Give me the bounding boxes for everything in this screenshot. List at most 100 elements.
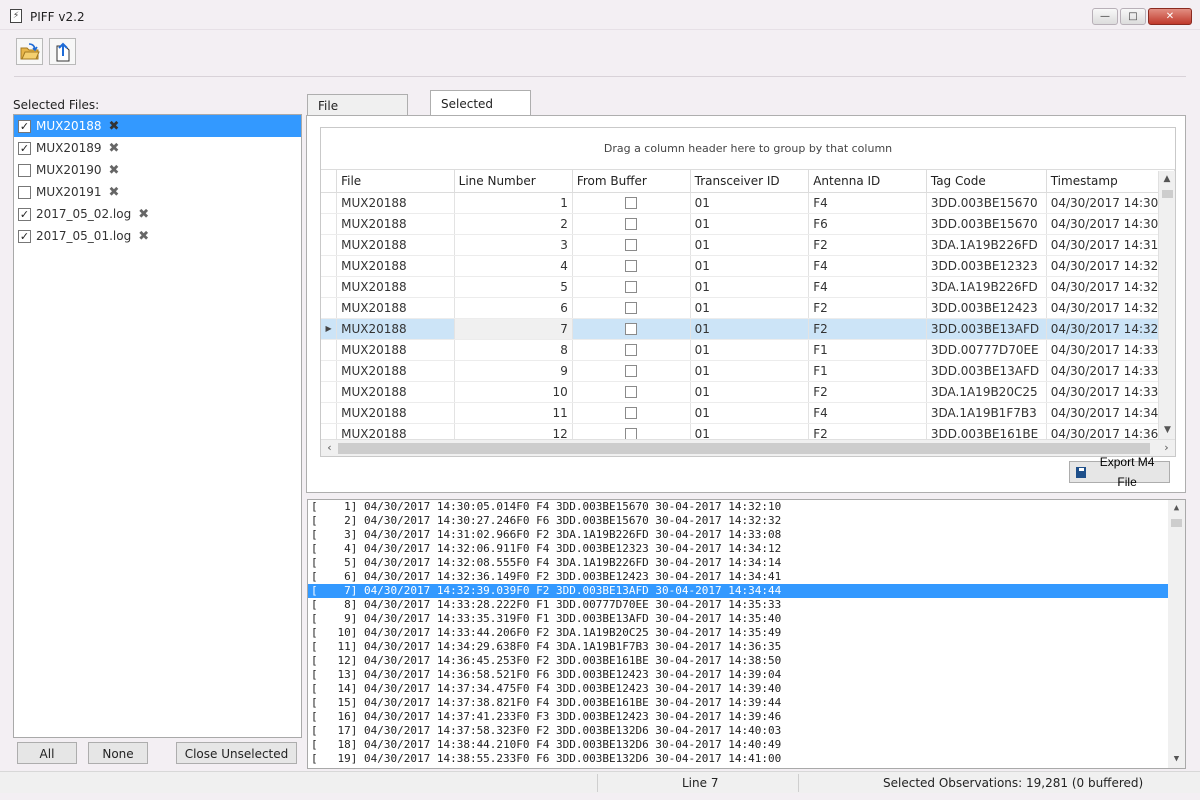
cell-file[interactable]: MUX20188 <box>336 297 455 319</box>
cell-transceiver-id[interactable]: 01 <box>690 255 810 277</box>
row-selector[interactable] <box>321 297 338 319</box>
table-row[interactable]: MUX20188 11 01 F4 3DA.1A19B1F7B3 04/30/2017 1… <box>321 402 1175 424</box>
log-line[interactable]: [ 3] 04/30/2017 14:31:02.966F0 F2 3DA.1A… <box>308 528 1168 542</box>
log-vertical-scrollbar[interactable]: ▲ ▼ <box>1168 500 1185 768</box>
log-line[interactable]: [ 15] 04/30/2017 14:37:38.821F0 F4 3DD.0… <box>308 696 1168 710</box>
cell-line-number[interactable]: 5 <box>454 276 573 298</box>
cell-tag-code[interactable]: 3DA.1A19B20C25 <box>926 381 1047 403</box>
column-header-antenna-id[interactable]: Antenna ID <box>808 170 927 193</box>
log-line[interactable]: [ 1] 04/30/2017 14:30:05.014F0 F4 3DD.00… <box>308 500 1168 514</box>
column-header-from-buffer[interactable]: From Buffer <box>572 170 691 193</box>
cell-tag-code[interactable]: 3DD.003BE13AFD <box>926 360 1047 382</box>
log-line[interactable]: [ 2] 04/30/2017 14:30:27.246F0 F6 3DD.00… <box>308 514 1168 528</box>
file-item[interactable]: ✓ 2017_05_02.log ✖ <box>14 203 301 225</box>
cell-file[interactable]: MUX20188 <box>336 360 455 382</box>
column-header-timestamp[interactable]: Timestamp <box>1046 170 1175 193</box>
cell-antenna-id[interactable]: F4 <box>808 192 927 214</box>
cell-timestamp[interactable]: 04/30/2017 14:33:2 <box>1046 339 1175 361</box>
cell-timestamp[interactable]: 04/30/2017 14:32:3 <box>1046 318 1175 340</box>
scroll-up-arrow[interactable]: ▲ <box>1159 171 1175 188</box>
cell-tag-code[interactable]: 3DD.003BE12323 <box>926 255 1047 277</box>
export-m4-file-button[interactable]: Export M4 File <box>1069 455 1170 489</box>
minimize-button[interactable]: — <box>1092 8 1118 25</box>
cell-line-number[interactable]: 1 <box>454 192 573 214</box>
remove-file-icon[interactable]: ✖ <box>109 186 120 199</box>
export-file-button[interactable] <box>49 38 76 65</box>
from-buffer-checkbox[interactable] <box>625 281 638 293</box>
cell-antenna-id[interactable]: F1 <box>808 339 927 361</box>
file-item[interactable]: MUX20190 ✖ <box>14 159 301 181</box>
observations-grid[interactable]: Drag a column header here to group by th… <box>320 127 1176 457</box>
cell-transceiver-id[interactable]: 01 <box>690 234 810 256</box>
log-line[interactable]: [ 12] 04/30/2017 14:36:45.253F0 F2 3DD.0… <box>308 654 1168 668</box>
cell-antenna-id[interactable]: F4 <box>808 276 927 298</box>
file-checkbox[interactable]: ✓ <box>18 229 31 243</box>
remove-file-icon[interactable]: ✖ <box>109 164 120 177</box>
cell-line-number[interactable]: 9 <box>454 360 573 382</box>
log-line[interactable]: [ 13] 04/30/2017 14:36:58.521F0 F6 3DD.0… <box>308 668 1168 682</box>
file-item[interactable]: ✓ 2017_05_01.log ✖ <box>14 225 301 247</box>
table-row[interactable]: MUX20188 6 01 F2 3DD.003BE12423 04/30/2017 14… <box>321 297 1175 319</box>
open-files-button[interactable] <box>16 38 43 65</box>
log-line[interactable]: [ 4] 04/30/2017 14:32:06.911F0 F4 3DD.00… <box>308 542 1168 556</box>
cell-file[interactable]: MUX20188 <box>336 339 455 361</box>
cell-line-number[interactable]: 4 <box>454 255 573 277</box>
cell-tag-code[interactable]: 3DD.00777D70EE <box>926 339 1047 361</box>
cell-from-buffer[interactable] <box>572 213 691 235</box>
cell-file[interactable]: MUX20188 <box>336 402 455 424</box>
table-row[interactable]: MUX20188 5 01 F4 3DA.1A19B226FD 04/30/2017 14… <box>321 276 1175 298</box>
cell-antenna-id[interactable]: F4 <box>808 402 927 424</box>
cell-file[interactable]: MUX20188 <box>336 318 455 340</box>
file-checkbox[interactable]: ✓ <box>18 141 31 155</box>
column-header-tag-code[interactable]: Tag Code <box>926 170 1047 193</box>
close-window-button[interactable]: ✕ <box>1148 8 1192 25</box>
cell-timestamp[interactable]: 04/30/2017 14:33:3 <box>1046 360 1175 382</box>
row-selector[interactable] <box>321 192 338 214</box>
cell-antenna-id[interactable]: F2 <box>808 381 927 403</box>
cell-transceiver-id[interactable]: 01 <box>690 297 810 319</box>
cell-transceiver-id[interactable]: 01 <box>690 381 810 403</box>
from-buffer-checkbox[interactable] <box>625 344 638 356</box>
from-buffer-checkbox[interactable] <box>625 197 638 209</box>
row-selector[interactable] <box>321 276 338 298</box>
cell-from-buffer[interactable] <box>572 192 691 214</box>
cell-tag-code[interactable]: 3DD.003BE12423 <box>926 297 1047 319</box>
log-line[interactable]: [ 9] 04/30/2017 14:33:35.319F0 F1 3DD.00… <box>308 612 1168 626</box>
column-header-line-number[interactable]: Line Number <box>454 170 573 193</box>
file-checkbox[interactable]: ✓ <box>18 207 31 221</box>
log-line[interactable]: [ 10] 04/30/2017 14:33:44.206F0 F2 3DA.1… <box>308 626 1168 640</box>
cell-tag-code[interactable]: 3DA.1A19B226FD <box>926 234 1047 256</box>
cell-timestamp[interactable]: 04/30/2017 14:33:4 <box>1046 381 1175 403</box>
cell-line-number[interactable]: 10 <box>454 381 573 403</box>
table-row[interactable]: MUX20188 9 01 F1 3DD.003BE13AFD 04/30/2017 14… <box>321 360 1175 382</box>
scroll-left-arrow[interactable]: ‹ <box>321 440 338 456</box>
log-line[interactable]: [ 16] 04/30/2017 14:37:41.233F0 F3 3DD.0… <box>308 710 1168 724</box>
cell-line-number[interactable]: 2 <box>454 213 573 235</box>
cell-timestamp[interactable]: 04/30/2017 14:32:0 <box>1046 276 1175 298</box>
scroll-up-arrow[interactable]: ▲ <box>1168 500 1185 517</box>
row-selector[interactable] <box>321 339 338 361</box>
cell-tag-code[interactable]: 3DA.1A19B226FD <box>926 276 1047 298</box>
cell-from-buffer[interactable] <box>572 276 691 298</box>
from-buffer-checkbox[interactable] <box>625 386 638 398</box>
tab-selected-observations[interactable]: Selected Observations <box>430 90 532 137</box>
cell-timestamp[interactable]: 04/30/2017 14:34:2 <box>1046 402 1175 424</box>
cell-timestamp[interactable]: 04/30/2017 14:30:0 <box>1046 192 1175 214</box>
row-selector[interactable] <box>321 402 338 424</box>
log-line[interactable]: [ 11] 04/30/2017 14:34:29.638F0 F4 3DA.1… <box>308 640 1168 654</box>
cell-from-buffer[interactable] <box>572 402 691 424</box>
cell-from-buffer[interactable] <box>572 318 691 340</box>
cell-transceiver-id[interactable]: 01 <box>690 213 810 235</box>
tab-file-observations[interactable]: File Observations <box>307 94 409 135</box>
log-line[interactable]: [ 5] 04/30/2017 14:32:08.555F0 F4 3DA.1A… <box>308 556 1168 570</box>
observation-log[interactable]: [ 1] 04/30/2017 14:30:05.014F0 F4 3DD.00… <box>307 499 1186 769</box>
log-line[interactable]: [ 6] 04/30/2017 14:32:36.149F0 F2 3DD.00… <box>308 570 1168 584</box>
log-line[interactable]: [ 7] 04/30/2017 14:32:39.039F0 F2 3DD.00… <box>308 584 1168 598</box>
scroll-thumb[interactable] <box>1171 519 1182 527</box>
group-by-panel[interactable]: Drag a column header here to group by th… <box>321 128 1175 170</box>
cell-antenna-id[interactable]: F2 <box>808 234 927 256</box>
file-item[interactable]: ✓ MUX20188 ✖ <box>14 115 301 137</box>
remove-file-icon[interactable]: ✖ <box>109 142 120 155</box>
cell-file[interactable]: MUX20188 <box>336 234 455 256</box>
cell-file[interactable]: MUX20188 <box>336 192 455 214</box>
